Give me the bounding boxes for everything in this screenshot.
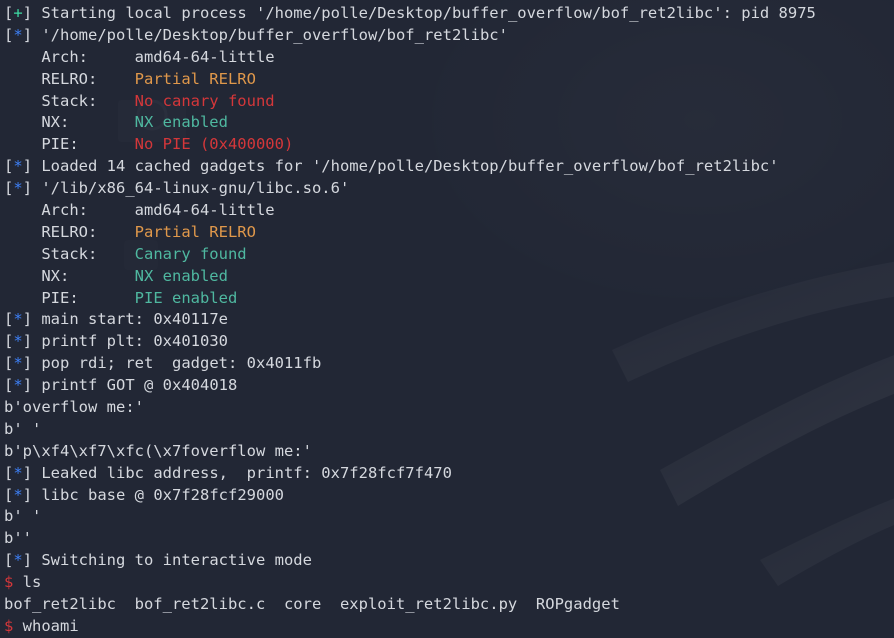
line-prompt-ls-seg-0: $: [4, 573, 14, 592]
line-main-start-seg-1: *: [13, 310, 23, 329]
line-printf-got-seg-1: *: [13, 376, 23, 395]
line-binary-path: [*] '/home/polle/Desktop/buffer_overflow…: [4, 25, 894, 47]
line-printf-got-seg-0: [: [4, 376, 14, 395]
line-loaded-gadgets-seg-2: ] Loaded 14 cached gadgets for '/home/po…: [22, 157, 779, 176]
line-bin-relro-seg-0: RELRO:: [4, 69, 135, 88]
line-bin-nx-seg-1: NX enabled: [134, 113, 228, 132]
line-switching-interactive-seg-1: *: [13, 551, 23, 570]
line-pop-rdi-gadget: [*] pop rdi; ret gadget: 0x4011fb: [4, 353, 894, 375]
line-prompt-whoami: $ whoami: [4, 616, 894, 638]
line-prompt-whoami-seg-1: whoami: [13, 616, 79, 635]
line-libc-relro: RELRO: Partial RELRO: [4, 222, 894, 244]
line-bin-stack: Stack: No canary found: [4, 91, 894, 113]
line-libc-stack-seg-0: Stack:: [4, 244, 135, 263]
line-loaded-gadgets-seg-1: *: [13, 157, 23, 176]
line-starting-process: [+] Starting local process '/home/polle/…: [4, 3, 894, 25]
terminal-window[interactable]: [+] Starting local process '/home/polle/…: [0, 0, 894, 638]
line-bin-pie: PIE: No PIE (0x400000): [4, 134, 894, 156]
line-libc-pie-seg-0: PIE:: [4, 288, 135, 307]
line-switching-interactive: [*] Switching to interactive mode: [4, 550, 894, 572]
line-switching-interactive-seg-2: ] Switching to interactive mode: [22, 551, 312, 570]
line-libc-relro-seg-1: Partial RELRO: [134, 222, 256, 241]
line-printf-got-seg-2: ] printf GOT @ 0x404018: [22, 376, 238, 395]
line-libc-path-seg-2: ] '/lib/x86_64-linux-gnu/libc.so.6': [22, 179, 350, 198]
line-starting-process-seg-1: +: [13, 4, 23, 22]
line-bin-stack-seg-0: Stack:: [4, 91, 135, 110]
line-recv-space-2: b' ': [4, 506, 894, 528]
line-printf-plt-seg-2: ] printf plt: 0x401030: [22, 332, 228, 351]
line-libc-base-seg-0: [: [4, 485, 14, 504]
line-starting-process-seg-0: [: [4, 4, 14, 22]
line-libc-base: [*] libc base @ 0x7f28fcf29000: [4, 485, 894, 507]
line-pop-rdi-gadget-seg-2: ] pop rdi; ret gadget: 0x4011fb: [22, 354, 322, 373]
line-libc-path-seg-1: *: [13, 179, 23, 198]
line-libc-path: [*] '/lib/x86_64-linux-gnu/libc.so.6': [4, 178, 894, 200]
line-recv-space-1-seg-0: b' ': [4, 419, 42, 438]
line-printf-plt: [*] printf plt: 0x401030: [4, 331, 894, 353]
line-binary-path-seg-1: *: [13, 25, 23, 44]
terminal-output: [+] Starting local process '/home/polle/…: [0, 0, 894, 638]
line-libc-relro-seg-0: RELRO:: [4, 222, 135, 241]
line-libc-pie-seg-1: PIE enabled: [134, 288, 238, 307]
line-leaked-libc-address-seg-2: ] Leaked libc address, printf: 0x7f28fcf…: [22, 463, 452, 482]
line-bin-stack-seg-1: No canary found: [134, 91, 275, 110]
line-recv-overflow-me-seg-0: b'overflow me:': [4, 398, 144, 417]
line-prompt-ls: $ ls: [4, 572, 894, 594]
line-pop-rdi-gadget-seg-1: *: [13, 354, 23, 373]
line-binary-path-seg-2: ] '/home/polle/Desktop/buffer_overflow/b…: [22, 25, 508, 44]
line-recv-space-1: b' ': [4, 419, 894, 441]
line-recv-overflow-me: b'overflow me:': [4, 397, 894, 419]
line-bin-arch: Arch: amd64-64-little: [4, 47, 894, 69]
line-libc-arch-seg-0: Arch: amd64-64-little: [4, 201, 275, 220]
line-prompt-whoami-seg-0: $: [4, 616, 14, 635]
line-libc-stack-seg-1: Canary found: [134, 244, 247, 263]
line-prompt-ls-seg-1: ls: [13, 573, 42, 592]
line-libc-arch: Arch: amd64-64-little: [4, 200, 894, 222]
line-ls-output-seg-0: bof_ret2libc bof_ret2libc.c core exploit…: [4, 595, 620, 614]
line-bin-pie-seg-0: PIE:: [4, 135, 135, 154]
line-bin-relro: RELRO: Partial RELRO: [4, 69, 894, 91]
line-bin-nx: NX: NX enabled: [4, 112, 894, 134]
line-ls-output: bof_ret2libc bof_ret2libc.c core exploit…: [4, 594, 894, 616]
line-libc-nx-seg-1: NX enabled: [134, 266, 228, 285]
line-recv-leak-bytes: b'p\xf4\xf7\xfc(\x7foverflow me:': [4, 441, 894, 463]
line-loaded-gadgets-seg-0: [: [4, 157, 14, 176]
line-printf-plt-seg-0: [: [4, 332, 14, 351]
line-main-start-seg-2: ] main start: 0x40117e: [22, 310, 228, 329]
line-bin-arch-seg-0: Arch: amd64-64-little: [4, 47, 275, 66]
line-recv-leak-bytes-seg-0: b'p\xf4\xf7\xfc(\x7foverflow me:': [4, 441, 312, 460]
line-libc-pie: PIE: PIE enabled: [4, 288, 894, 310]
line-libc-stack: Stack: Canary found: [4, 244, 894, 266]
line-recv-empty-seg-0: b'': [4, 529, 32, 548]
line-libc-path-seg-0: [: [4, 179, 14, 198]
line-binary-path-seg-0: [: [4, 25, 14, 44]
line-leaked-libc-address-seg-1: *: [13, 463, 23, 482]
line-printf-plt-seg-1: *: [13, 332, 23, 351]
line-switching-interactive-seg-0: [: [4, 551, 14, 570]
line-leaked-libc-address-seg-0: [: [4, 463, 14, 482]
line-libc-base-seg-2: ] libc base @ 0x7f28fcf29000: [22, 485, 284, 504]
line-bin-pie-seg-1: No PIE (0x400000): [134, 135, 294, 154]
line-main-start: [*] main start: 0x40117e: [4, 309, 894, 331]
line-leaked-libc-address: [*] Leaked libc address, printf: 0x7f28f…: [4, 463, 894, 485]
line-pop-rdi-gadget-seg-0: [: [4, 354, 14, 373]
line-loaded-gadgets: [*] Loaded 14 cached gadgets for '/home/…: [4, 156, 894, 178]
line-printf-got: [*] printf GOT @ 0x404018: [4, 375, 894, 397]
line-starting-process-seg-2: ] Starting local process '/home/polle/De…: [22, 4, 816, 22]
line-recv-space-2-seg-0: b' ': [4, 507, 42, 526]
line-libc-nx-seg-0: NX:: [4, 266, 135, 285]
line-recv-empty: b'': [4, 528, 894, 550]
line-bin-relro-seg-1: Partial RELRO: [134, 69, 256, 88]
line-libc-base-seg-1: *: [13, 485, 23, 504]
line-libc-nx: NX: NX enabled: [4, 266, 894, 288]
line-bin-nx-seg-0: NX:: [4, 113, 135, 132]
line-main-start-seg-0: [: [4, 310, 14, 329]
